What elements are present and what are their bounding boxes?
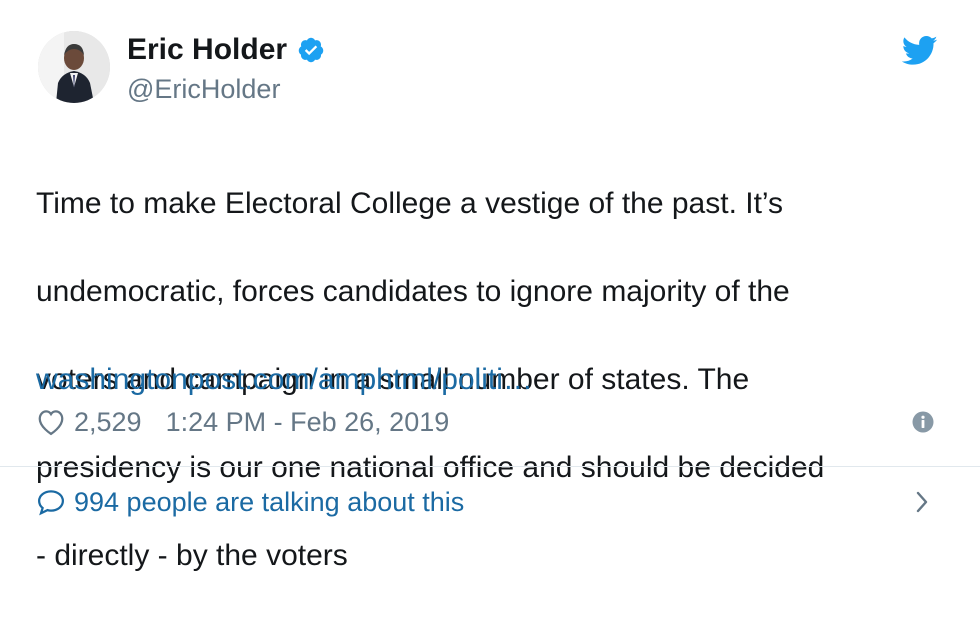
handle[interactable]: @EricHolder — [127, 74, 280, 105]
tweet-text-line: Time to make Electoral College a vestige… — [36, 187, 784, 220]
verified-badge-icon — [297, 36, 325, 64]
twitter-bird-icon[interactable] — [901, 36, 938, 66]
tweet-text-line: undemocratic, forces candidates to ignor… — [36, 275, 790, 308]
conversation-text: 994 people are talking about this — [74, 486, 465, 517]
avatar-image — [38, 31, 110, 103]
tweet-meta: 2,529 1:24 PM - Feb 26, 2019 — [36, 404, 449, 440]
timestamp[interactable]: 1:24 PM - Feb 26, 2019 — [166, 407, 450, 438]
avatar[interactable] — [38, 31, 110, 103]
like-count[interactable]: 2,529 — [74, 407, 142, 438]
tweet-text-line: - directly - by the voters — [36, 539, 348, 572]
speech-bubble-icon — [36, 488, 66, 516]
divider — [0, 466, 980, 467]
display-name[interactable]: Eric Holder — [127, 33, 287, 67]
tweet-link[interactable]: washingtonpost.com/amphtml/politi… — [36, 358, 533, 402]
chevron-right-icon[interactable] — [912, 488, 932, 516]
heart-icon[interactable] — [36, 408, 66, 436]
name-row: Eric Holder — [127, 32, 325, 68]
info-icon[interactable] — [912, 411, 934, 433]
conversation-link[interactable]: 994 people are talking about this — [36, 484, 464, 520]
tweet-card: Eric Holder @EricHolder Time to make Ele… — [0, 0, 980, 572]
